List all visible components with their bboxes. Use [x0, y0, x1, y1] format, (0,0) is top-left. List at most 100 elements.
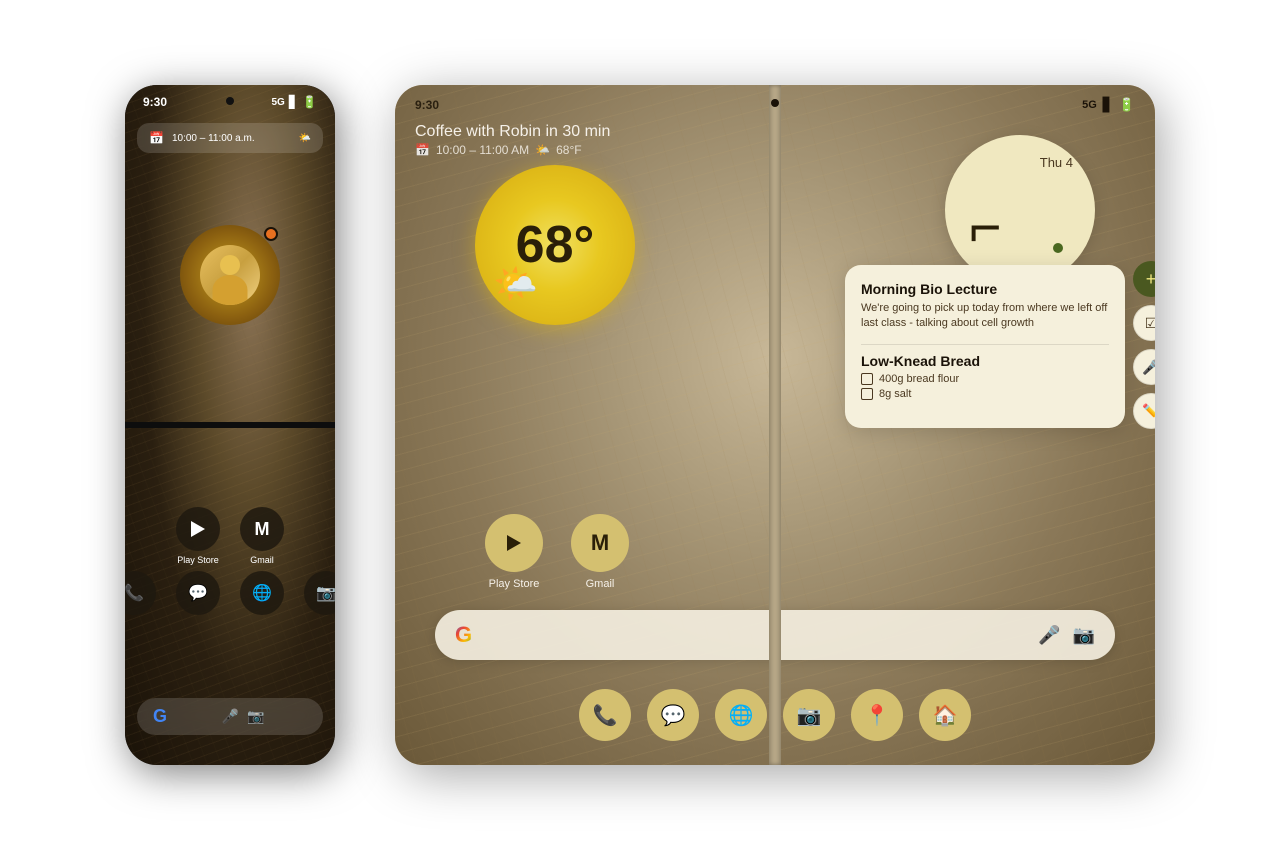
dock-messages[interactable]: 💬: [647, 689, 699, 741]
mic-notes-icon: 🎤: [1142, 359, 1155, 376]
chrome-icon[interactable]: 🌐: [240, 571, 284, 615]
checkbox-flour: [861, 373, 873, 385]
phone-app-phone[interactable]: 📞: [125, 571, 156, 615]
messages-icon[interactable]: 💬: [176, 571, 220, 615]
search-lens-icon[interactable]: 📷: [1073, 625, 1095, 646]
dock-maps[interactable]: 📍: [851, 689, 903, 741]
phone-wallpaper: 9:30 5G ▋ 🔋 📅 10:00 – 11:00 a.m. 🌤️: [125, 85, 335, 765]
clock-dot: [1053, 243, 1063, 253]
dock-camera[interactable]: 📷: [783, 689, 835, 741]
play-icon: [507, 535, 521, 551]
tablet-play-store-label: Play Store: [489, 578, 540, 590]
phone-status-icons: 5G ▋ 🔋: [271, 95, 317, 109]
camera-icon[interactable]: 📷: [304, 571, 335, 615]
notes-divider: [861, 344, 1109, 345]
play-store-icon[interactable]: [176, 507, 220, 551]
clock-circle: Thu 4 ⌐: [945, 135, 1095, 285]
search-mic-icon[interactable]: 🎤: [1038, 625, 1060, 646]
weather-circle: 68° 🌤️: [475, 165, 635, 325]
gmail-label: Gmail: [250, 555, 274, 565]
tablet-signal-icon: ▋: [1103, 97, 1113, 113]
notif-calendar-icon: 📅: [415, 143, 430, 157]
google-g-icon[interactable]: G: [153, 706, 167, 727]
lens-icon[interactable]: 📷: [247, 708, 264, 725]
note-2-item-1: 400g bread flour: [861, 373, 1109, 385]
note-1: Morning Bio Lecture We're going to pick …: [861, 281, 1109, 332]
gmail-m-icon: M: [255, 519, 270, 540]
calendar-icon: 📅: [149, 131, 164, 145]
tablet-camera: [771, 99, 779, 107]
note-2: Low-Knead Bread 400g bread flour 8g salt: [861, 353, 1109, 400]
phone-app-row-1: Play Store M Gmail: [125, 507, 335, 565]
checkbox-button[interactable]: ☑: [1133, 305, 1155, 341]
phone-folded: 9:30 5G ▋ 🔋 📅 10:00 – 11:00 a.m. 🌤️: [125, 85, 335, 765]
signal-bars-icon: ▋: [289, 95, 298, 109]
note-1-title: Morning Bio Lecture: [861, 281, 1109, 297]
profile-avatar: [200, 245, 260, 305]
phone-signal-label: 5G: [271, 97, 284, 108]
dock-home[interactable]: 🏠: [919, 689, 971, 741]
mic-icon[interactable]: 🎤: [222, 708, 239, 725]
weather-widget: 68° 🌤️: [475, 165, 635, 325]
clock-widget: Thu 4 ⌐: [945, 135, 1095, 285]
tablet-unfolded: 9:30 5G ▋ 🔋 Coffee with Robin in 30 min …: [395, 85, 1155, 765]
tablet-gmail-label: Gmail: [586, 578, 615, 590]
tablet-battery-icon: 🔋: [1119, 97, 1135, 113]
phone-icon[interactable]: 📞: [125, 571, 156, 615]
salt-text: 8g salt: [879, 388, 911, 400]
phone-app-messages[interactable]: 💬: [176, 571, 220, 615]
clock-number-icon: ⌐: [969, 195, 1002, 258]
voice-button[interactable]: 🎤: [1133, 349, 1155, 385]
tablet-app-row: Play Store M Gmail: [485, 514, 629, 590]
phone-screen: 9:30 5G ▋ 🔋 📅 10:00 – 11:00 a.m. 🌤️: [125, 85, 335, 765]
add-note-button[interactable]: +: [1133, 261, 1155, 297]
tablet-signal-label: 5G: [1082, 99, 1097, 111]
notif-weather-icon: 🌤️: [535, 143, 550, 157]
phone-app-chrome[interactable]: 🌐: [240, 571, 284, 615]
plus-icon: +: [1146, 269, 1155, 290]
notification-dot: [264, 227, 278, 241]
clock-time-display: ⌐: [969, 199, 1002, 255]
notes-actions: + ☑ 🎤 ✏️: [1133, 261, 1155, 429]
tablet-hinge: [769, 85, 781, 765]
dock-chrome[interactable]: 🌐: [715, 689, 767, 741]
tablet-status-icons: 5G ▋ 🔋: [1082, 97, 1135, 113]
checkbox-icon: ☑: [1145, 315, 1155, 332]
tablet-gmail-icon[interactable]: M: [571, 514, 629, 572]
note-2-title: Low-Knead Bread: [861, 353, 1109, 369]
phone-gmail[interactable]: M Gmail: [240, 507, 284, 565]
phone-app-row-2: 📞 💬 🌐 📷: [125, 571, 335, 615]
tablet-time: 9:30: [415, 98, 439, 112]
phone-profile-widget: [180, 225, 280, 325]
phone-search-bar[interactable]: 🎤 📷: [179, 708, 307, 725]
tablet-play-store[interactable]: Play Store: [485, 514, 543, 590]
pencil-icon: ✏️: [1142, 403, 1155, 420]
phone-time: 9:30: [143, 95, 167, 109]
tablet-play-store-icon[interactable]: [485, 514, 543, 572]
google-g-tablet-icon[interactable]: G: [455, 622, 472, 648]
checkbox-salt: [861, 388, 873, 400]
battery-icon: 🔋: [302, 95, 317, 109]
dock-phone[interactable]: 📞: [579, 689, 631, 741]
phone-notification-card: 📅 10:00 – 11:00 a.m. 🌤️: [137, 123, 323, 153]
phone-dock: G 🎤 📷: [137, 698, 323, 735]
notes-widget: + ☑ 🎤 ✏️ Morning Bio Lecture We're going…: [845, 265, 1125, 428]
phone-notif-time: 10:00 – 11:00 a.m.: [172, 133, 255, 144]
flour-text: 400g bread flour: [879, 373, 959, 385]
play-triangle-icon: [191, 521, 205, 537]
notif-temp-text: 68°F: [556, 143, 581, 157]
phone-play-store[interactable]: Play Store: [176, 507, 220, 565]
note-1-text: We're going to pick up today from where …: [861, 301, 1109, 332]
weather-small-icon: 🌤️: [299, 133, 311, 144]
clock-date: Thu 4: [1040, 155, 1073, 170]
play-store-label: Play Store: [177, 555, 219, 565]
note-2-item-2: 8g salt: [861, 388, 1109, 400]
tablet-gmail[interactable]: M Gmail: [571, 514, 629, 590]
phone-camera: [226, 97, 234, 105]
gmail-icon-tablet: M: [591, 530, 609, 556]
notif-time-text: 10:00 – 11:00 AM: [436, 143, 529, 157]
phone-app-camera[interactable]: 📷: [304, 571, 335, 615]
edit-button[interactable]: ✏️: [1133, 393, 1155, 429]
weather-sun-icon: 🌤️: [493, 263, 538, 305]
gmail-icon[interactable]: M: [240, 507, 284, 551]
